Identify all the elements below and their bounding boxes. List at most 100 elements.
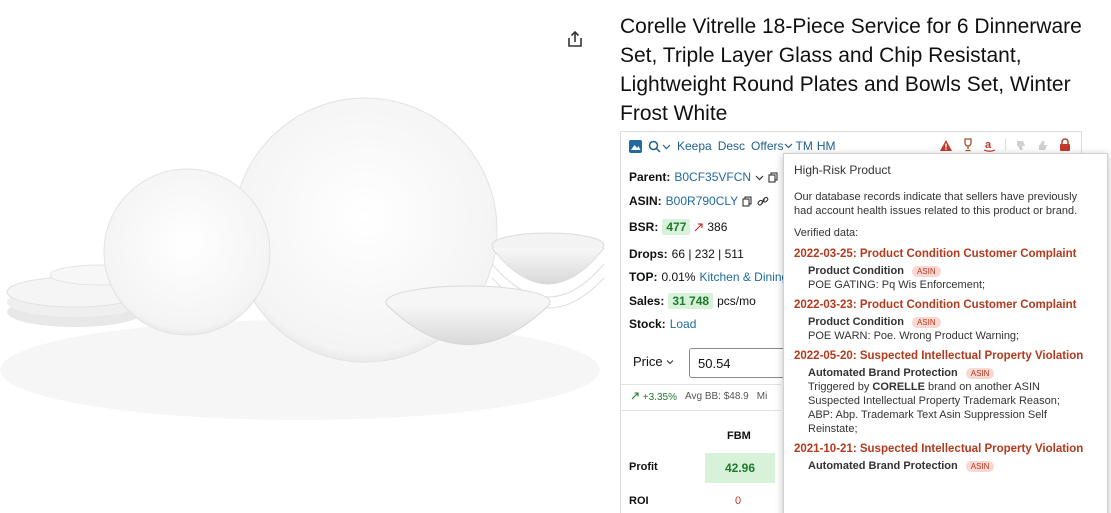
toolbar-divider: [1005, 139, 1006, 151]
risk-entry-title: 2022-05-20: Suspected Intellectual Prope…: [794, 350, 1084, 362]
high-risk-popover: High-Risk Product Our database records i…: [783, 153, 1108, 513]
popover-description: Our database records indicate that selle…: [794, 191, 1078, 217]
divider: [621, 384, 781, 385]
risk-entry: 2022-05-20: Suspected Intellectual Prope…: [794, 350, 1097, 436]
price-stats-row: +3.35% Avg BB: $48.9 Mi: [631, 391, 767, 403]
price-trend-value: +3.35%: [642, 392, 677, 403]
share-button[interactable]: [564, 28, 586, 50]
verified-label: Verified data:: [794, 227, 859, 239]
risk-entry-body: Product Condition ASIN POE WARN: Poe. Wro…: [794, 315, 1097, 343]
copy-icon[interactable]: [742, 195, 753, 207]
sales-unit: pcs/mo: [717, 294, 756, 308]
chevron-down-icon[interactable]: [755, 173, 764, 182]
asin-label: ASIN:: [629, 194, 662, 208]
toolbar-right-icons: a: [939, 138, 1071, 152]
risk-category: Product Condition ASIN: [808, 264, 1097, 278]
bsr-trend: 386: [707, 220, 728, 234]
asin-link[interactable]: B00R790CLY: [666, 194, 739, 208]
trigger-suffix: brand on another ASIN: [928, 381, 1040, 393]
trophy-icon[interactable]: [962, 138, 974, 152]
popover-title: High-Risk Product: [794, 163, 891, 177]
asin-badge: ASIN: [965, 367, 995, 379]
price-selector[interactable]: Price: [633, 354, 674, 369]
desc-link[interactable]: Desc: [718, 139, 745, 153]
tm-link[interactable]: TM: [796, 139, 813, 153]
risk-entry-title: 2022-03-23: Product Condition Customer C…: [794, 299, 1077, 311]
drops-row: Drops: 66 | 232 | 511: [629, 247, 744, 261]
price-trend: +3.35%: [631, 391, 677, 403]
stock-row: Stock: Load: [629, 317, 696, 331]
parent-asin-link[interactable]: B0CF35VFCN: [674, 170, 751, 184]
search-icon[interactable]: [648, 140, 671, 153]
risk-category-label: Product Condition: [808, 316, 904, 328]
risk-entry: 2021-10-21: Suspected Intellectual Prope…: [794, 443, 1097, 473]
roi-value: 0: [735, 495, 742, 507]
risk-entry-body: Automated Brand Protection ASIN Triggered…: [794, 366, 1097, 436]
asin-badge: ASIN: [911, 265, 941, 277]
trigger-brand: CORELLE: [872, 381, 925, 393]
parent-label: Parent:: [629, 170, 671, 184]
sales-label: Sales:: [629, 294, 665, 308]
chevron-down-icon: [784, 143, 792, 149]
keepa-link[interactable]: Keepa: [677, 139, 712, 153]
drops-label: Drops:: [629, 247, 668, 261]
risk-entry-title: 2022-03-25: Product Condition Customer C…: [794, 248, 1077, 260]
risk-detail: POE GATING: Pq Wis Enforcement;: [808, 279, 986, 291]
trend-up-icon: [694, 223, 703, 232]
risk-detail: POE WARN: Poe. Wrong Product Warning;: [808, 330, 1020, 342]
chevron-down-icon: [666, 360, 674, 365]
risk-category-label: Automated Brand Protection: [808, 460, 958, 472]
risk-entry-body: Automated Brand Protection ASIN: [794, 459, 1097, 473]
chevron-down-icon: [662, 144, 671, 149]
divider: [621, 410, 781, 411]
product-image[interactable]: [0, 80, 610, 430]
copy-icon[interactable]: [768, 171, 779, 183]
hm-link[interactable]: HM: [817, 139, 836, 153]
bsr-label: BSR:: [629, 220, 659, 234]
stock-load-link[interactable]: Load: [670, 317, 697, 331]
risk-detail: ABP: Abp. Trademark Text Asin Suppressio…: [808, 409, 1047, 435]
trigger-prefix: Triggered by: [808, 381, 870, 393]
thumbs-up-icon[interactable]: [1037, 139, 1050, 152]
risk-category: Product Condition ASIN: [808, 315, 1097, 329]
bsr-row: BSR: 477 386: [629, 219, 727, 235]
product-title: Corelle Vitrelle 18-Piece Service for 6 …: [620, 15, 1082, 125]
asin-badge: ASIN: [911, 316, 941, 328]
parent-row: Parent: B0CF35VFCN: [629, 170, 779, 184]
asin-badge: ASIN: [965, 460, 995, 472]
profit-value: 42.96: [705, 453, 775, 483]
warning-icon[interactable]: [939, 139, 953, 152]
amazon-icon[interactable]: a: [983, 138, 996, 152]
sales-row: Sales: 31 748 pcs/mo: [629, 293, 756, 309]
risk-entry-title: 2021-10-21: Suspected Intellectual Prope…: [794, 443, 1084, 455]
risk-detail: Suspected Intellectual Property Trademar…: [808, 395, 1060, 407]
risk-entry-body: Product Condition ASIN POE GATING: Pq Wis…: [794, 264, 1097, 292]
svg-text:a: a: [985, 139, 992, 151]
offers-link[interactable]: Offers: [751, 139, 792, 153]
risk-entry: 2022-03-25: Product Condition Customer C…: [794, 248, 1097, 292]
risk-trigger: Triggered by CORELLE brand on another AS…: [808, 380, 1097, 394]
risk-category: Automated Brand Protection ASIN: [808, 459, 1097, 473]
top-label: TOP:: [629, 270, 658, 284]
price-extra: Mi: [756, 391, 768, 402]
link-icon[interactable]: [757, 196, 769, 207]
lock-icon[interactable]: [1059, 138, 1071, 152]
risk-entry: 2022-03-23: Product Condition Customer C…: [794, 299, 1097, 343]
price-input[interactable]: 50.54: [689, 348, 789, 378]
top-value: 0.01%: [661, 270, 696, 284]
risk-category: Automated Brand Protection ASIN: [808, 366, 1097, 380]
drops-value: 66 | 232 | 511: [671, 247, 744, 261]
roi-label: ROI: [629, 495, 649, 507]
price-label: Price: [633, 354, 663, 369]
mountain-icon[interactable]: [629, 139, 642, 153]
thumbs-down-icon[interactable]: [1015, 139, 1028, 152]
stock-label: Stock:: [629, 317, 666, 331]
risk-category-label: Automated Brand Protection: [808, 367, 958, 379]
offers-label: Offers: [751, 139, 784, 153]
avg-buybox: Avg BB: $48.9: [684, 391, 749, 402]
bsr-value: 477: [662, 219, 691, 235]
asin-row: ASIN: B00R790CLY: [629, 194, 769, 208]
share-icon: [568, 30, 582, 47]
fbm-column-header: FBM: [727, 430, 751, 442]
top-category-link[interactable]: Kitchen & Dining: [699, 270, 788, 284]
